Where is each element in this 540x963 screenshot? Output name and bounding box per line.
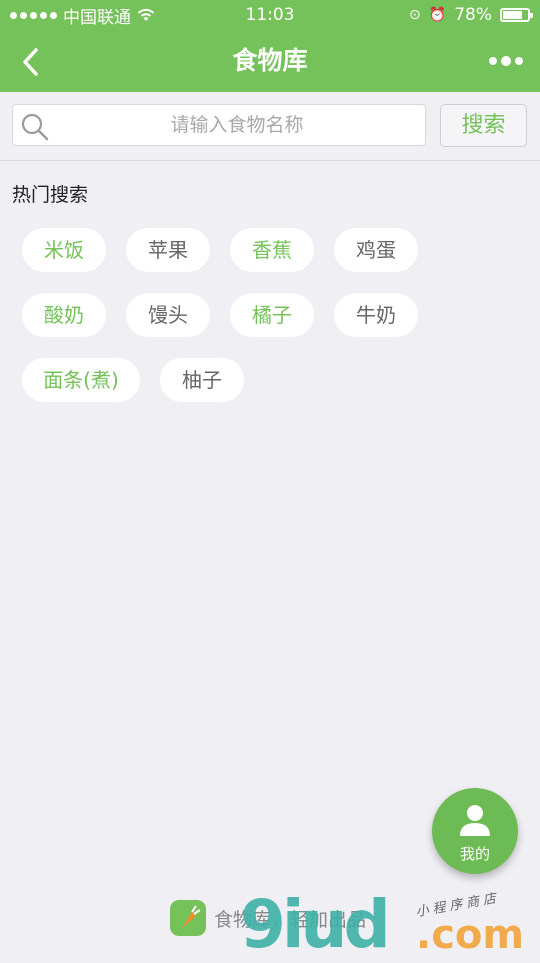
nav-bar: 食物库: [0, 30, 540, 92]
hot-search-tag[interactable]: 苹果: [126, 228, 210, 272]
hot-search-tag[interactable]: 馒头: [126, 293, 210, 337]
hot-search-tag[interactable]: 牛奶: [334, 293, 418, 337]
search-bar: 请输入食物名称 搜索: [0, 92, 540, 161]
hot-search-tag[interactable]: 香蕉: [230, 228, 314, 272]
my-profile-label: 我的: [459, 845, 490, 863]
app-logo: [170, 900, 206, 936]
status-time: 11:03: [245, 5, 295, 25]
hot-search-tag[interactable]: 面条(煮): [22, 358, 140, 402]
user-icon: [460, 805, 490, 836]
status-bar: 中国联通 11:03 ⊙ ⏰ 78%: [0, 0, 540, 30]
watermark: 9iud .com 小程序商店: [240, 890, 540, 960]
battery-fill: [503, 11, 522, 19]
search-icon: [21, 113, 49, 141]
battery-icon: [500, 8, 533, 22]
my-profile-button[interactable]: 我的: [432, 788, 518, 874]
more-dots-icon: [489, 57, 497, 65]
more-button[interactable]: [486, 44, 526, 78]
hot-search-title: 热门搜索: [12, 184, 89, 206]
search-button[interactable]: 搜索: [440, 104, 527, 147]
search-placeholder: 请输入食物名称: [170, 114, 304, 136]
page-title: 食物库: [232, 46, 308, 75]
carrot-icon: [182, 905, 201, 928]
hot-search-tag[interactable]: 鸡蛋: [334, 228, 418, 272]
hot-search-tag[interactable]: 酸奶: [22, 293, 106, 337]
hot-search-tag[interactable]: 米饭: [22, 228, 106, 272]
hot-search-tag[interactable]: 橘子: [230, 293, 314, 337]
hot-search-tag[interactable]: 柚子: [160, 358, 244, 402]
watermark-domain: .com: [416, 912, 525, 958]
watermark-logo-text: 9iud: [240, 886, 391, 963]
search-input[interactable]: 请输入食物名称: [12, 104, 426, 146]
